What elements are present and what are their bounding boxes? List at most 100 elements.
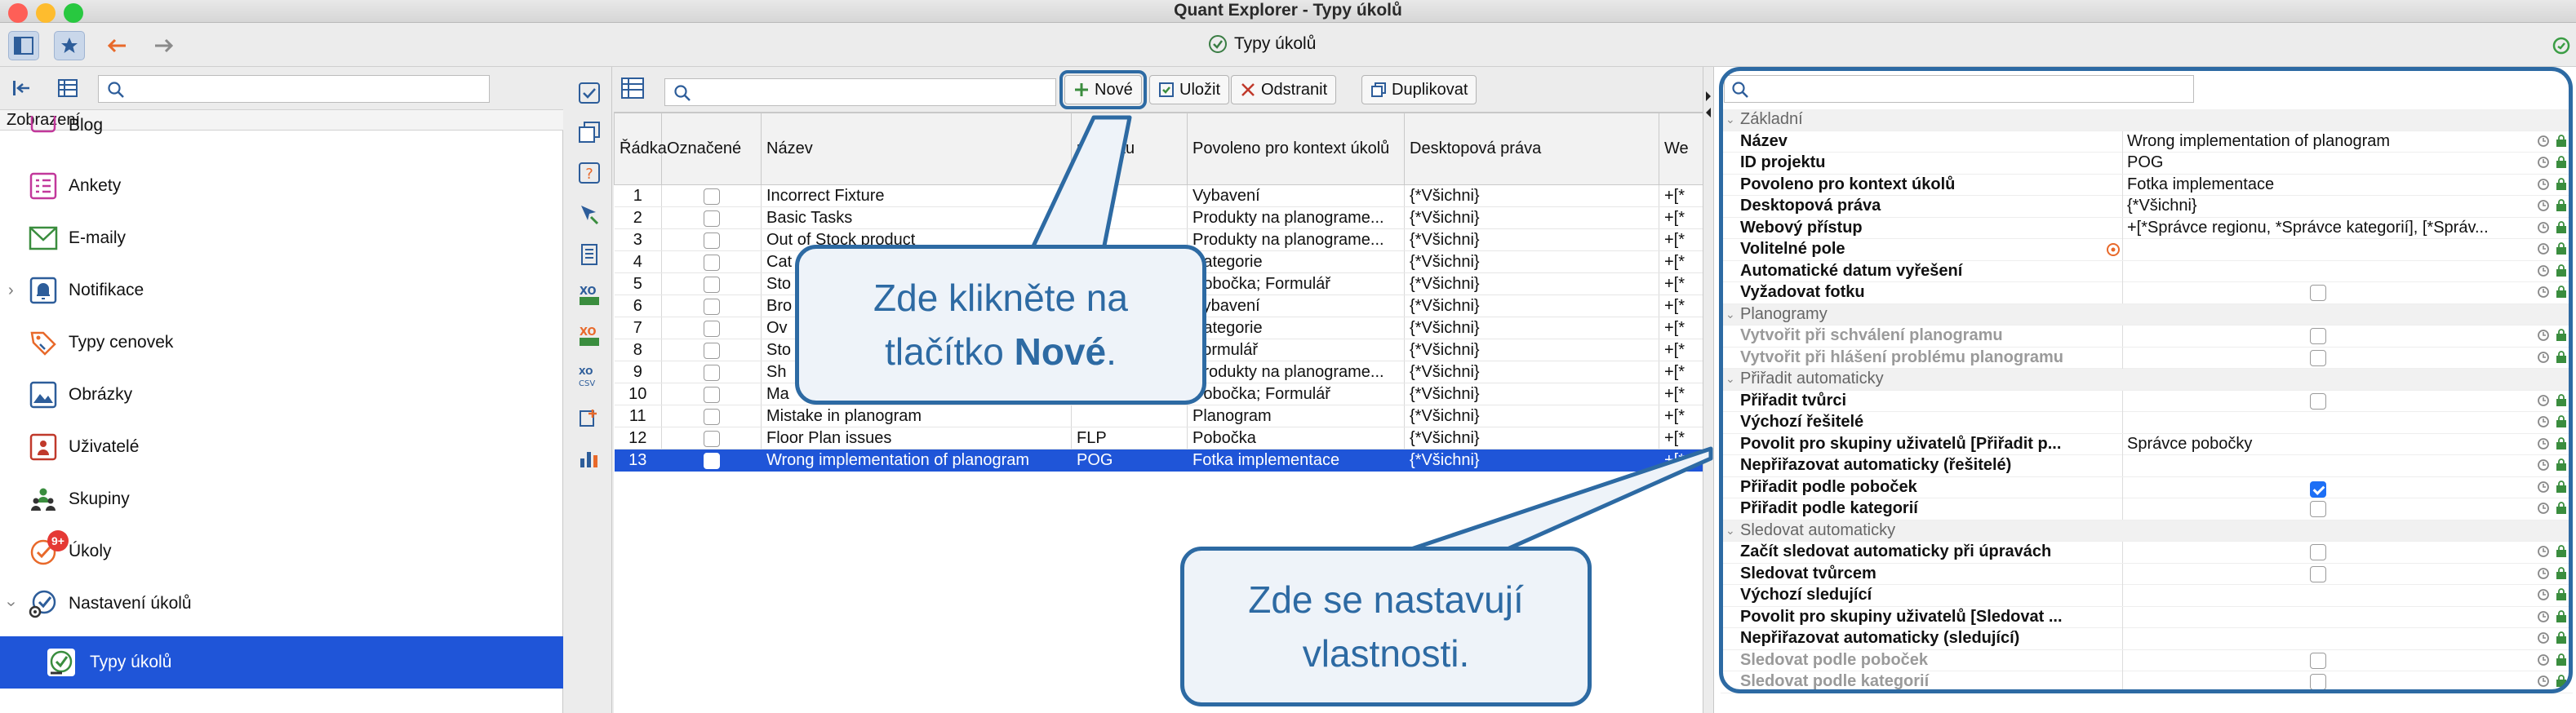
- cell-desktop-rights[interactable]: {*Všichni}: [1404, 228, 1659, 251]
- user-rights-icon[interactable]: [2555, 566, 2568, 580]
- column-header-project[interactable]: projektu: [1071, 113, 1188, 185]
- cell-row-number[interactable]: 10: [614, 383, 662, 405]
- back-button[interactable]: [101, 31, 132, 60]
- cell-web[interactable]: +[*: [1659, 228, 1703, 251]
- sidebar-item-notifikace[interactable]: › Notifikace: [0, 264, 563, 317]
- row-marked-checkbox[interactable]: [703, 408, 720, 425]
- row-marked-checkbox[interactable]: [703, 386, 720, 403]
- row-marked-checkbox[interactable]: [703, 452, 720, 469]
- cell-desktop-rights[interactable]: {*Všichni}: [1404, 294, 1659, 317]
- cell-desktop-rights[interactable]: {*Všichni}: [1404, 317, 1659, 339]
- user-rights-icon[interactable]: [2555, 329, 2568, 342]
- user-rights-icon[interactable]: [2555, 653, 2568, 666]
- cell-project[interactable]: [1071, 184, 1188, 207]
- reset-icon[interactable]: [2537, 567, 2550, 580]
- reset-icon[interactable]: [2537, 675, 2550, 688]
- collapse-arrows-icon[interactable]: [1704, 88, 1712, 121]
- cell-context[interactable]: Produkty na planograme...: [1187, 228, 1405, 251]
- cell-row-number[interactable]: 11: [614, 405, 662, 427]
- row-marked-checkbox[interactable]: [703, 276, 720, 293]
- document-button[interactable]: [575, 240, 604, 269]
- cell-web[interactable]: +[*: [1659, 361, 1703, 383]
- favorites-button[interactable]: [54, 31, 85, 60]
- cell-desktop-rights[interactable]: {*Všichni}: [1404, 361, 1659, 383]
- panel-splitter[interactable]: [1703, 67, 1714, 713]
- property-checkbox[interactable]: [2310, 565, 2326, 582]
- cell-desktop-rights[interactable]: {*Všichni}: [1404, 383, 1659, 405]
- cell-context[interactable]: Kategorie: [1187, 250, 1405, 273]
- reset-icon[interactable]: [2537, 631, 2550, 644]
- cell-desktop-rights[interactable]: {*Všichni}: [1404, 250, 1659, 273]
- sidebar-item-skupiny[interactable]: Skupiny: [0, 473, 563, 525]
- row-marked-checkbox[interactable]: [703, 188, 720, 205]
- cell-row-number[interactable]: 8: [614, 339, 662, 361]
- reset-icon[interactable]: [2537, 221, 2550, 234]
- cell-row-number[interactable]: 12: [614, 427, 662, 450]
- cell-name[interactable]: Mistake in planogram: [761, 405, 1072, 427]
- user-rights-icon[interactable]: [2555, 609, 2568, 623]
- cell-row-number[interactable]: 3: [614, 228, 662, 251]
- row-marked-checkbox[interactable]: [703, 210, 720, 227]
- cell-marked[interactable]: [661, 383, 762, 405]
- cell-context[interactable]: Formulář: [1187, 339, 1405, 361]
- row-marked-checkbox[interactable]: [703, 254, 720, 271]
- property-checkbox[interactable]: [2310, 285, 2326, 301]
- user-rights-icon[interactable]: [2555, 350, 2568, 364]
- cell-web[interactable]: +[*: [1659, 184, 1703, 207]
- property-value[interactable]: +[*Správce regionu, *Správce kategorií],…: [2127, 219, 2527, 237]
- property-checkbox[interactable]: [2310, 544, 2326, 560]
- sidebar-item-blog[interactable]: Blog: [0, 116, 563, 152]
- table-row[interactable]: 13 Wrong implementation of planogram POG Fo…: [614, 449, 1703, 472]
- cell-web[interactable]: +[*: [1659, 272, 1703, 295]
- cell-marked[interactable]: [661, 206, 762, 229]
- cell-desktop-rights[interactable]: {*Všichni}: [1404, 184, 1659, 207]
- duplicate-button[interactable]: Duplikovat: [1361, 75, 1477, 104]
- cell-desktop-rights[interactable]: {*Všichni}: [1404, 339, 1659, 361]
- cell-web[interactable]: +[*: [1659, 427, 1703, 450]
- chevron-down-icon[interactable]: ›: [2, 601, 20, 607]
- row-marked-checkbox[interactable]: [703, 298, 720, 315]
- cell-row-number[interactable]: 9: [614, 361, 662, 383]
- cell-project[interactable]: [1071, 405, 1188, 427]
- cell-marked[interactable]: [661, 228, 762, 251]
- chevron-down-icon[interactable]: ⌄: [1725, 372, 1735, 386]
- property-checkbox[interactable]: [2310, 481, 2326, 498]
- reset-icon[interactable]: [2537, 264, 2550, 277]
- cell-row-number[interactable]: 2: [614, 206, 662, 229]
- table-view-button[interactable]: [54, 75, 82, 101]
- copy-button[interactable]: [575, 117, 604, 147]
- cell-web[interactable]: +[*: [1659, 405, 1703, 427]
- cell-context[interactable]: Kategorie: [1187, 317, 1405, 339]
- reset-icon[interactable]: [2537, 458, 2550, 472]
- toggle-sidebar-button[interactable]: [8, 31, 39, 60]
- cell-desktop-rights[interactable]: {*Všichni}: [1404, 206, 1659, 229]
- new-button[interactable]: Nové: [1059, 70, 1147, 109]
- properties-search-input[interactable]: [1724, 75, 2194, 103]
- user-rights-icon[interactable]: [2555, 199, 2568, 212]
- cell-row-number[interactable]: 5: [614, 272, 662, 295]
- user-rights-icon[interactable]: [2555, 134, 2568, 148]
- sidebar-item-uzivatele[interactable]: Uživatelé: [0, 421, 563, 473]
- cell-web[interactable]: +[*: [1659, 317, 1703, 339]
- cell-name[interactable]: Floor Plan issues: [761, 427, 1072, 450]
- reset-icon[interactable]: [2537, 156, 2550, 169]
- chevron-down-icon[interactable]: ⌄: [1725, 113, 1735, 126]
- cell-context[interactable]: Produkty na planograme...: [1187, 206, 1405, 229]
- user-rights-icon[interactable]: [2555, 177, 2568, 191]
- property-value[interactable]: {*Všichni}: [2127, 197, 2527, 215]
- sidebar-item-nastaveni-ukolu[interactable]: › Nastavení úkolů: [0, 578, 563, 630]
- row-marked-checkbox[interactable]: [703, 342, 720, 359]
- reset-icon[interactable]: [2537, 653, 2550, 666]
- sidebar-item-emaily[interactable]: E-maily: [0, 212, 563, 264]
- property-value[interactable]: Fotka implementace: [2127, 175, 2527, 194]
- cell-context[interactable]: Fotka implementace: [1187, 449, 1405, 472]
- user-rights-icon[interactable]: [2555, 631, 2568, 644]
- cell-context[interactable]: Planogram: [1187, 405, 1405, 427]
- cell-web[interactable]: +[*: [1659, 449, 1703, 472]
- cell-desktop-rights[interactable]: {*Všichni}: [1404, 405, 1659, 427]
- reset-icon[interactable]: [2537, 415, 2550, 428]
- reset-icon[interactable]: [2537, 610, 2550, 623]
- user-rights-icon[interactable]: [2555, 436, 2568, 450]
- reset-icon[interactable]: [2537, 135, 2550, 148]
- table-search-input[interactable]: [664, 78, 1056, 106]
